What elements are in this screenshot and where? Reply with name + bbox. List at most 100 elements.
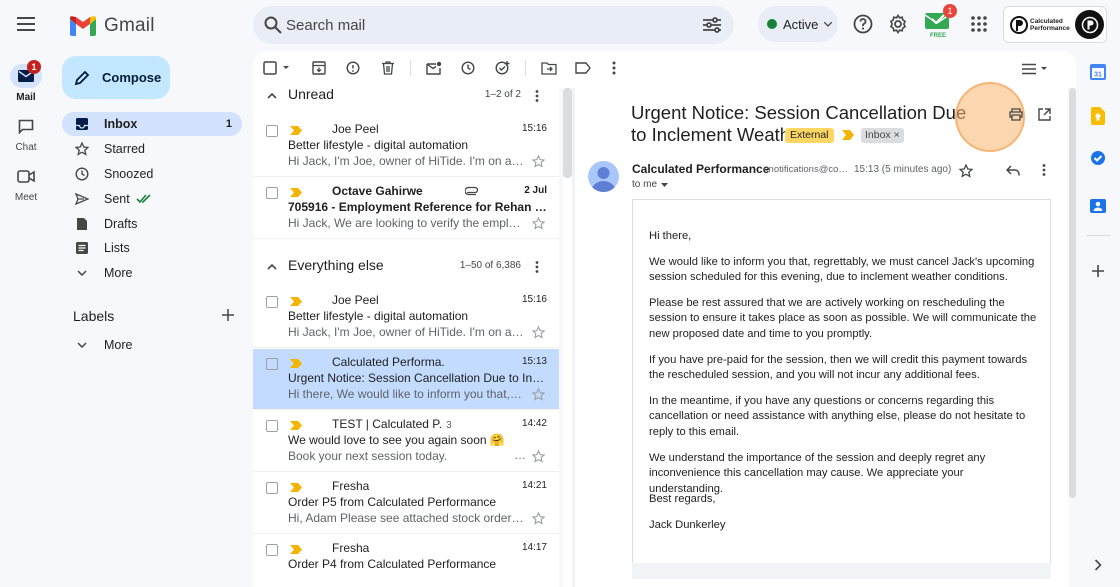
rail-chat[interactable]: Chat [0, 114, 52, 160]
important-marker-icon[interactable] [290, 421, 302, 430]
search-icon[interactable] [261, 13, 285, 37]
delete-icon[interactable] [378, 58, 398, 78]
labels-more-label: More [104, 338, 133, 352]
row-time: 14:42 [521, 418, 547, 429]
rail-mail[interactable]: 1 Mail [0, 60, 52, 110]
labels-more[interactable]: More [62, 333, 242, 357]
label-icon[interactable] [573, 58, 593, 78]
sender-avatar[interactable] [588, 161, 619, 192]
chevron-up-icon[interactable] [264, 88, 280, 104]
contacts-icon[interactable] [1088, 196, 1108, 216]
recipients-toggle[interactable]: to me [632, 179, 669, 190]
main-menu-icon[interactable] [10, 8, 42, 40]
email-row[interactable]: Joe Peel 15:16 Better lifestyle - digita… [253, 116, 559, 177]
add-task-icon[interactable] [493, 58, 513, 78]
email-row[interactable]: TEST | Calculated P. 3 14:42 We would lov… [253, 411, 559, 472]
email-row[interactable]: Fresha 14:17 Order P4 from Calculated Pe… [253, 535, 559, 587]
star-icon[interactable] [532, 326, 545, 339]
get-addons-icon[interactable] [1088, 261, 1108, 281]
email-row[interactable]: Joe Peel 15:16 Better lifestyle - digita… [253, 287, 559, 348]
star-icon[interactable] [532, 388, 545, 401]
more-options-icon[interactable] [604, 58, 624, 78]
important-marker-icon[interactable] [290, 126, 302, 135]
calendar-icon[interactable]: 31 [1088, 62, 1108, 82]
row-checkbox[interactable] [266, 358, 278, 370]
important-marker-icon[interactable] [290, 188, 302, 197]
nav-more[interactable]: More [62, 261, 242, 285]
important-marker-icon[interactable] [290, 483, 302, 492]
important-marker-icon[interactable] [290, 359, 302, 368]
report-spam-icon[interactable] [343, 58, 363, 78]
chevron-up-icon[interactable] [264, 259, 280, 275]
row-checkbox[interactable] [266, 420, 278, 432]
reading-pane-scrollbar[interactable] [1069, 88, 1076, 498]
row-checkbox[interactable] [266, 187, 278, 199]
row-time: 14:17 [521, 542, 547, 553]
archive-icon[interactable] [309, 58, 329, 78]
attachment-icon [465, 186, 479, 196]
star-icon[interactable] [532, 512, 545, 525]
row-checkbox[interactable] [266, 296, 278, 308]
move-to-icon[interactable] [539, 58, 559, 78]
keep-notes-icon[interactable] [1088, 106, 1108, 126]
snooze-icon[interactable] [458, 58, 478, 78]
message-more-icon[interactable] [1036, 162, 1052, 178]
mark-unread-icon[interactable] [424, 58, 444, 78]
nav-sent[interactable]: Sent [62, 187, 242, 211]
rail-meet[interactable]: Meet [0, 164, 52, 210]
tasks-icon[interactable] [1088, 148, 1108, 168]
row-snippet: Hi there, We would like to inform you th… [288, 387, 524, 401]
search-options-icon[interactable] [700, 13, 724, 37]
star-icon[interactable] [532, 450, 545, 463]
email-row[interactable]: Fresha 14:21 Order P5 from Calculated Pe… [253, 473, 559, 534]
reply-icon[interactable] [1005, 162, 1021, 178]
nav-starred[interactable]: Starred [62, 137, 242, 161]
email-row-selected[interactable]: Calculated Performa. 15:13 Urgent Notice… [253, 349, 559, 410]
free-badge-count: 1 [943, 4, 957, 18]
print-icon[interactable] [1008, 106, 1024, 122]
email-row[interactable]: Octave Gahirwe 2 Jul 705916 - Employment… [253, 178, 559, 239]
compose-button[interactable]: Compose [62, 56, 170, 99]
row-snippet: Hi Jack, I'm Joe, owner of HiTide. I'm o… [288, 154, 524, 168]
section-unread-header[interactable]: Unread 1–2 of 2 [253, 80, 559, 112]
row-subject: Order P5 from Calculated Performance [288, 495, 497, 509]
star-icon [74, 141, 90, 157]
settings-gear-icon[interactable] [887, 13, 909, 35]
account-avatar[interactable] [1075, 10, 1104, 39]
list-scrollbar-thumb[interactable] [563, 88, 572, 178]
important-marker-icon[interactable] [842, 130, 854, 140]
search-bar[interactable] [253, 6, 734, 44]
nav-drafts[interactable]: Drafts [62, 212, 242, 236]
google-apps-icon[interactable] [968, 13, 990, 35]
open-in-new-window-icon[interactable] [1036, 106, 1052, 122]
section-more-icon[interactable] [527, 257, 547, 277]
star-icon[interactable] [959, 164, 973, 178]
section-count: 1–2 of 2 [484, 89, 521, 100]
section-more-icon[interactable] [527, 86, 547, 106]
row-checkbox[interactable] [266, 125, 278, 137]
row-checkbox[interactable] [266, 544, 278, 556]
star-icon[interactable] [532, 217, 545, 230]
nav-lists[interactable]: Lists [62, 236, 242, 260]
body-paragraph: In the meantime, if you have any questio… [649, 395, 1026, 438]
important-marker-icon[interactable] [290, 297, 302, 306]
gmail-logo[interactable]: Gmail [70, 14, 155, 38]
remove-label-icon[interactable]: × [894, 129, 900, 141]
select-all-checkbox[interactable] [263, 58, 293, 78]
nav-inbox[interactable]: Inbox 1 [62, 112, 242, 136]
free-addon-button[interactable]: 1 FREE [923, 4, 957, 39]
search-input[interactable] [286, 6, 686, 44]
row-snippet: Hi Jack, I'm Joe, owner of HiTide. I'm o… [288, 325, 524, 339]
add-label-icon[interactable] [220, 307, 236, 323]
nav-snoozed[interactable]: Snoozed [62, 162, 242, 186]
important-marker-icon[interactable] [290, 545, 302, 554]
account-switcher[interactable]: Calculated Performance [1003, 6, 1107, 43]
inbox-label-chip[interactable]: Inbox × [861, 128, 904, 143]
star-icon[interactable] [532, 155, 545, 168]
split-pane-toggle-icon[interactable] [1020, 59, 1050, 79]
status-selector[interactable]: Active [758, 6, 838, 42]
row-checkbox[interactable] [266, 482, 278, 494]
expand-panel-icon[interactable] [1088, 555, 1108, 575]
help-icon[interactable] [852, 13, 874, 35]
section-everything-else-header[interactable]: Everything else 1–50 of 6,386 [253, 251, 559, 283]
